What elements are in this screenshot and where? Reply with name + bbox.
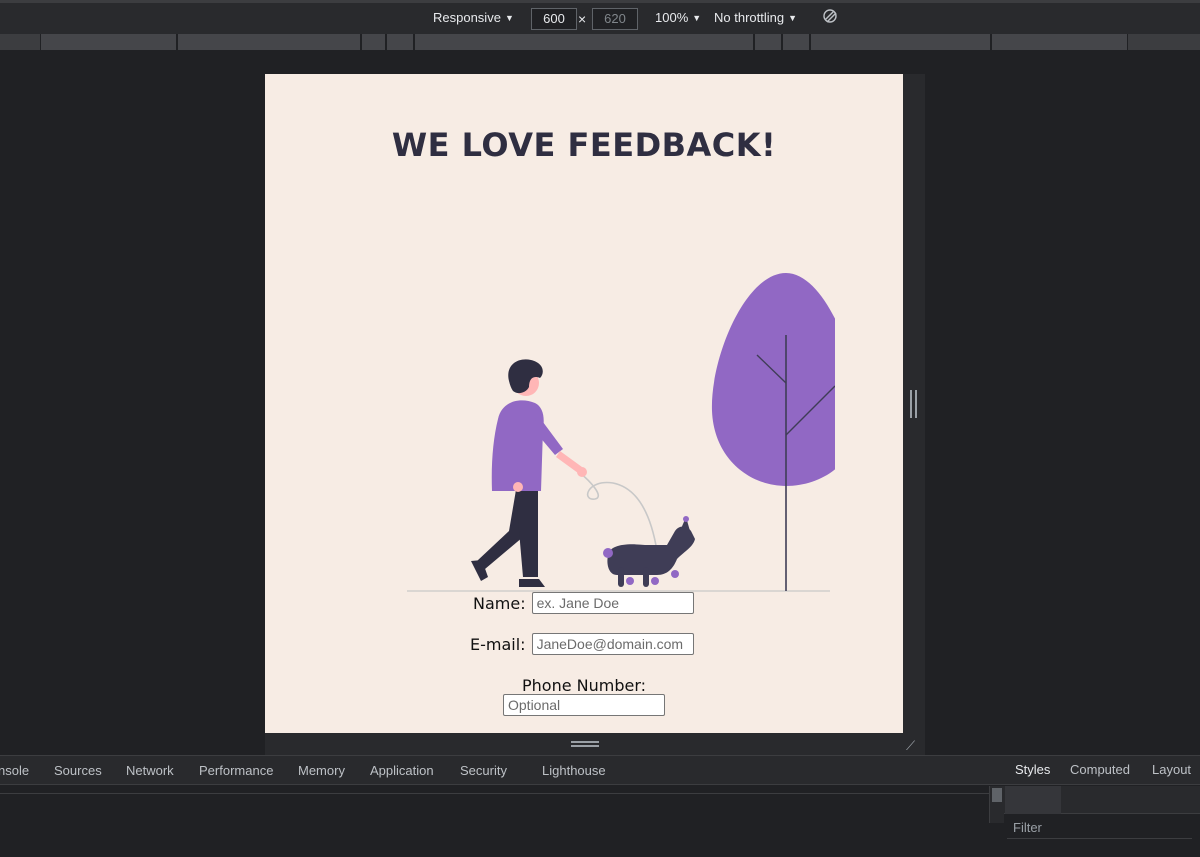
device-viewport: WE LOVE FEEDBACK! Name: ex. Jane Doe E-m…: [265, 74, 903, 733]
scrollbar-thumb[interactable]: [992, 788, 1002, 802]
media-query-segment[interactable]: [386, 34, 414, 50]
tab-network[interactable]: Network: [126, 763, 174, 778]
dimension-separator: ×: [578, 11, 587, 27]
tab-layout[interactable]: Layout: [1152, 762, 1191, 777]
chevron-down-icon: ▼: [788, 12, 798, 23]
rotate-button[interactable]: [822, 8, 838, 24]
zoom-select[interactable]: 100% ▼: [655, 10, 701, 25]
width-input[interactable]: 600: [531, 8, 577, 30]
resize-handle-icon[interactable]: [910, 390, 917, 418]
media-query-segment[interactable]: [361, 34, 386, 50]
device-select-label: Responsive: [433, 10, 501, 25]
media-query-segment[interactable]: [782, 34, 810, 50]
device-toolbar: Responsive ▼ 600 × 620 100% ▼ No throttl…: [0, 0, 1200, 34]
name-label: Name:: [473, 593, 526, 613]
media-query-bar[interactable]: [0, 34, 1200, 50]
page-title: WE LOVE FEEDBACK!: [391, 126, 777, 164]
divider: [0, 793, 1004, 794]
throttling-label: No throttling: [714, 10, 785, 25]
media-query-segment[interactable]: [40, 34, 177, 50]
tab-lighthouse[interactable]: Lighthouse: [542, 763, 606, 778]
resize-handle-icon[interactable]: [571, 741, 599, 747]
email-row: E-mail:: [470, 633, 694, 655]
chevron-down-icon: ▼: [692, 12, 702, 23]
media-query-segment[interactable]: [991, 34, 1128, 50]
console-area[interactable]: [0, 786, 1004, 857]
corner-resize-icon[interactable]: ⟋: [906, 738, 915, 754]
name-input[interactable]: [531, 592, 694, 614]
styles-filter-input[interactable]: Filter: [1007, 817, 1192, 839]
throttling-select[interactable]: No throttling ▼: [714, 10, 797, 25]
phone-input[interactable]: [503, 694, 665, 716]
tab-performance[interactable]: Performance: [199, 763, 273, 778]
email-label: E-mail:: [470, 634, 526, 654]
active-tab-highlight: [1005, 786, 1061, 814]
tab-console[interactable]: nsole: [0, 763, 29, 778]
tab-application[interactable]: Application: [370, 763, 434, 778]
media-query-segment[interactable]: [177, 34, 361, 50]
devtools-panel: nsole Sources Network Performance Memory…: [0, 755, 1200, 857]
walking-dog-illustration: [407, 273, 835, 592]
tab-security[interactable]: Security: [460, 763, 507, 778]
tab-styles[interactable]: Styles: [1015, 762, 1050, 777]
phone-label: Phone Number:: [521, 676, 647, 695]
chevron-down-icon: ▼: [504, 12, 514, 23]
height-input[interactable]: 620: [592, 8, 638, 30]
media-query-segment[interactable]: [810, 34, 991, 50]
device-select[interactable]: Responsive ▼: [433, 10, 514, 25]
name-row: Name:: [473, 592, 694, 614]
zoom-label: 100%: [655, 10, 689, 25]
tab-sources[interactable]: Sources: [54, 763, 102, 778]
rotate-icon: [823, 9, 837, 23]
email-input[interactable]: [531, 633, 694, 655]
tab-memory[interactable]: Memory: [298, 763, 345, 778]
media-query-segment[interactable]: [414, 34, 754, 50]
tab-computed[interactable]: Computed: [1070, 762, 1130, 777]
media-query-segment[interactable]: [754, 34, 782, 50]
